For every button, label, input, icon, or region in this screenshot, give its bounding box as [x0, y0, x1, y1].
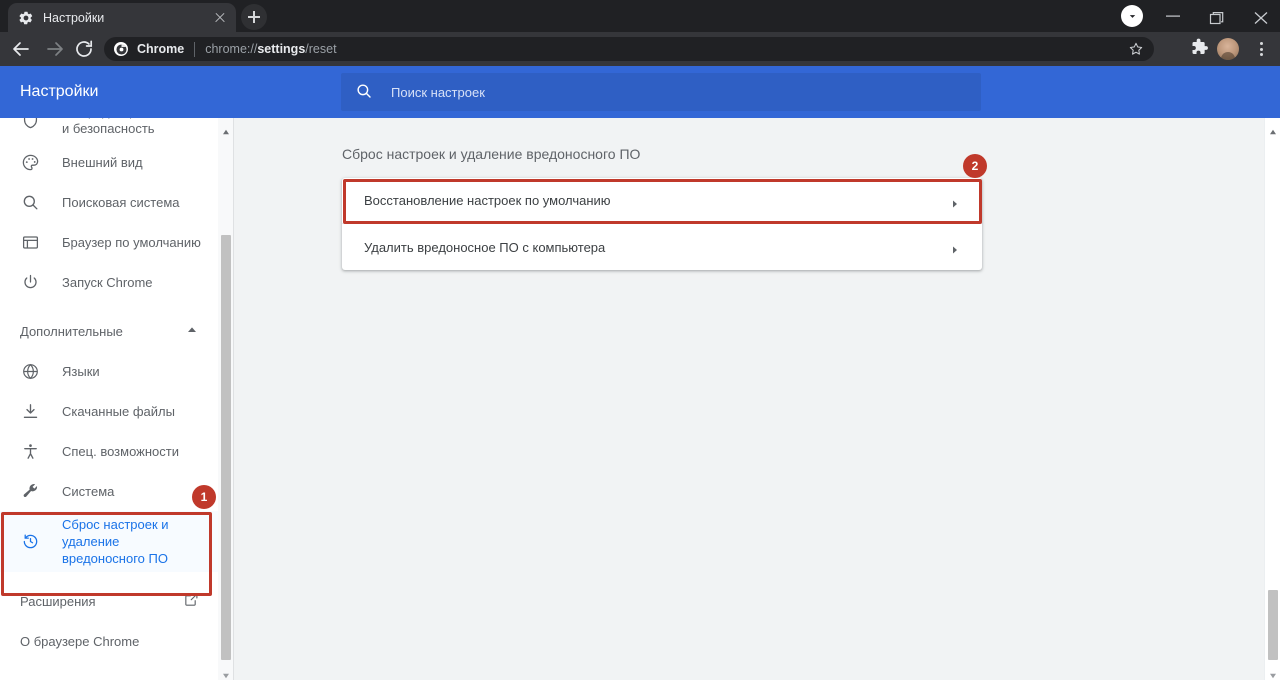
reset-settings-card: Восстановление настроек по умолчанию Уда…	[342, 178, 982, 270]
sidebar-group-advanced[interactable]: Дополнительные	[0, 311, 218, 351]
download-indicator-icon[interactable]	[1121, 5, 1143, 27]
annotation-badge-1: 1	[192, 485, 216, 509]
minimize-icon[interactable]	[1150, 0, 1196, 32]
browser-tab-settings[interactable]: Настройки	[8, 3, 236, 32]
sidebar-item-label: О браузере Chrome	[20, 633, 140, 649]
sidebar-item-label: Система	[62, 483, 115, 499]
sidebar-item-startup[interactable]: Запуск Chrome	[0, 262, 218, 302]
shield-icon	[20, 118, 40, 130]
annotation-badge-2: 2	[963, 154, 987, 178]
back-arrow-icon[interactable]	[9, 37, 33, 61]
sidebar-item-label: Конфиденциальность и безопасность	[62, 118, 194, 136]
tab-title: Настройки	[43, 10, 105, 25]
sidebar-divider	[0, 572, 218, 581]
download-icon	[20, 401, 40, 421]
address-bar[interactable]: Chrome chrome://settings/reset	[104, 37, 1154, 61]
sidebar-scrollbar[interactable]	[218, 118, 234, 680]
url-bold: settings	[257, 42, 306, 56]
row-label: Восстановление настроек по умолчанию	[364, 193, 611, 208]
row-remove-malware[interactable]: Удалить вредоносное ПО с компьютера	[342, 224, 982, 270]
omnibox-product-label: Chrome	[137, 42, 185, 56]
window-close-icon[interactable]	[1238, 0, 1280, 32]
forward-arrow-icon	[43, 37, 67, 61]
scroll-up-arrow-icon[interactable]	[1269, 123, 1277, 135]
sidebar-item-about-chrome[interactable]: О браузере Chrome	[0, 621, 218, 661]
sidebar-group-label: Дополнительные	[20, 323, 123, 339]
browser-window-icon	[20, 232, 40, 252]
url-suffix: /reset	[305, 42, 337, 56]
section-title: Сброс настроек и удаление вредоносного П…	[342, 146, 641, 162]
reload-icon[interactable]	[72, 37, 96, 61]
search-input[interactable]	[391, 82, 981, 102]
scroll-down-arrow-icon[interactable]	[1269, 667, 1277, 679]
omnibox-url: chrome://settings/reset	[205, 42, 1142, 56]
sidebar-item-label: Расширения	[20, 593, 96, 609]
three-dot-menu-icon[interactable]	[1249, 37, 1273, 61]
chrome-icon	[114, 42, 128, 56]
globe-icon	[20, 361, 40, 381]
scroll-down-arrow-icon[interactable]	[222, 667, 230, 679]
search-icon	[20, 192, 40, 212]
settings-body: Конфиденциальность и безопасность Внешни…	[0, 118, 1280, 680]
new-tab-button[interactable]	[241, 4, 267, 30]
search-icon	[355, 82, 375, 102]
page-scrollbar[interactable]	[1264, 118, 1280, 680]
row-restore-defaults[interactable]: Восстановление настроек по умолчанию	[342, 178, 982, 224]
page-scrollbar-thumb[interactable]	[1268, 590, 1278, 660]
settings-content: Сброс настроек и удаление вредоносного П…	[235, 118, 1264, 680]
sidebar-item-reset-cleanup[interactable]: Сброс настроек и удаление вредоносного П…	[0, 511, 218, 572]
sidebar-item-label: Сброс настроек и удаление вредоносного П…	[62, 517, 169, 566]
history-restore-icon	[20, 532, 40, 552]
chevron-right-icon	[950, 242, 960, 254]
sidebar-item-system[interactable]: Система	[0, 471, 218, 511]
avatar[interactable]	[1217, 38, 1239, 60]
scroll-up-arrow-icon[interactable]	[222, 123, 230, 135]
sidebar-item-privacy[interactable]: Конфиденциальность и безопасность	[0, 118, 218, 142]
sidebar-item-downloads[interactable]: Скачанные файлы	[0, 391, 218, 431]
sidebar-item-accessibility[interactable]: Спец. возможности	[0, 431, 218, 471]
sidebar-item-label: Спец. возможности	[62, 443, 179, 459]
sidebar-item-default-browser[interactable]: Браузер по умолчанию	[0, 222, 218, 262]
power-icon	[20, 272, 40, 292]
palette-icon	[20, 152, 40, 172]
sidebar-scrollbar-thumb[interactable]	[221, 235, 231, 660]
sidebar-nav-list: Конфиденциальность и безопасность Внешни…	[0, 118, 218, 661]
sidebar-divider	[0, 302, 218, 311]
settings-sidebar: Конфиденциальность и безопасность Внешни…	[0, 118, 218, 680]
browser-window: Настройки Chrome chrome://settings/reset…	[0, 0, 1280, 680]
sidebar-item-appearance[interactable]: Внешний вид	[0, 142, 218, 182]
star-icon[interactable]	[1128, 41, 1144, 57]
sidebar-item-languages[interactable]: Языки	[0, 351, 218, 391]
chevron-up-icon	[186, 324, 198, 339]
browser-toolbar: Chrome chrome://settings/reset	[0, 32, 1280, 66]
row-label: Удалить вредоносное ПО с компьютера	[364, 239, 606, 255]
external-link-icon	[183, 591, 200, 611]
sidebar-item-label: Браузер по умолчанию	[62, 234, 201, 250]
sidebar-item-search-engine[interactable]: Поисковая система	[0, 182, 218, 222]
sidebar-item-label: Языки	[62, 363, 100, 379]
chevron-right-icon	[950, 196, 960, 207]
gear-icon	[18, 10, 34, 26]
sidebar-item-extensions[interactable]: Расширения	[0, 581, 218, 621]
close-icon[interactable]	[212, 10, 228, 26]
title-bar: Настройки	[0, 0, 1280, 32]
sidebar-item-label: Запуск Chrome	[62, 274, 153, 290]
wrench-icon	[20, 481, 40, 501]
omnibox-separator	[194, 41, 196, 57]
puzzle-piece-icon[interactable]	[1189, 37, 1213, 61]
sidebar-item-label: Внешний вид	[62, 154, 143, 170]
sidebar-item-label: Скачанные файлы	[62, 403, 175, 419]
sidebar-item-label: Поисковая система	[62, 194, 180, 210]
accessibility-icon	[20, 441, 40, 461]
maximize-icon[interactable]	[1194, 0, 1240, 32]
settings-search-box[interactable]	[341, 73, 981, 111]
page-title: Настройки	[20, 83, 99, 100]
url-prefix: chrome://	[205, 42, 258, 56]
